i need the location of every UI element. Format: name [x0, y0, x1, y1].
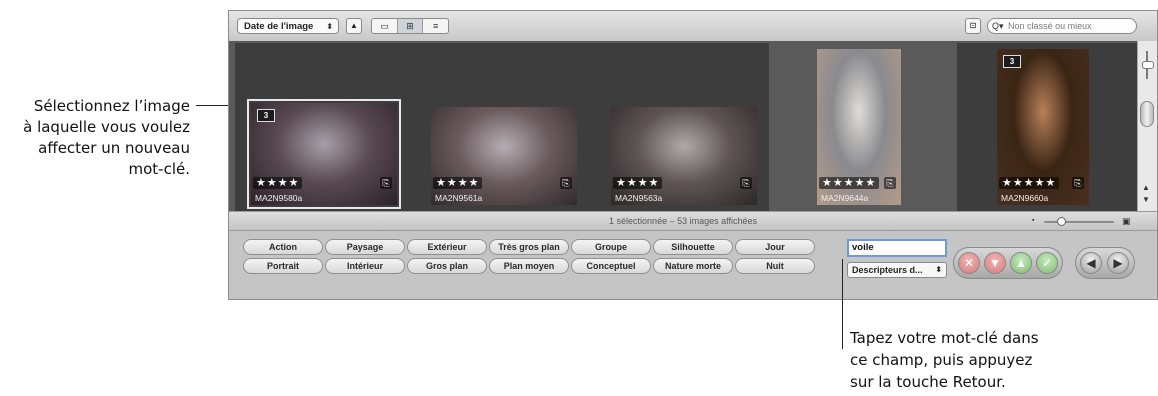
image-thumbnail[interactable]: ★★★★ ⎘ MA2N9563a	[611, 107, 757, 205]
select-rating-button[interactable]: ✓	[1036, 252, 1058, 274]
thumbnail-filename: MA2N9561a	[435, 193, 483, 203]
image-browser: 3 ★★★★ ⎘ MA2N9580a ★★★★ ⎘ MA2N9561a ★★★★ ⎘ MA2N95…	[229, 41, 1137, 211]
reject-button[interactable]: ✕	[958, 252, 980, 274]
version-badge-icon: ⎘	[740, 177, 752, 189]
rating-stars: ★★★★★	[999, 177, 1060, 189]
sort-popup[interactable]: Date de l'image ⬍	[237, 18, 339, 34]
keyword-button[interactable]: Silhouette	[653, 239, 733, 255]
callout-left-line-2: à laquelle vous voulez	[23, 118, 190, 136]
scroll-down-arrow-icon[interactable]: ▼	[1142, 195, 1150, 204]
zoom-slider-track[interactable]	[1044, 221, 1114, 223]
callout-left-line-1: Sélectionnez l’image	[33, 97, 190, 115]
down-arrow-icon: ▼	[989, 256, 1001, 270]
left-arrow-icon: ◀	[1086, 256, 1096, 270]
previous-image-button[interactable]: ◀	[1080, 252, 1102, 274]
filter-hud-button[interactable]: ⊡	[965, 18, 981, 34]
keyword-button[interactable]: Nuit	[735, 258, 815, 274]
filter-icon: ⊡	[969, 21, 977, 30]
stack-count-badge[interactable]: 3	[1003, 55, 1021, 68]
version-badge-icon: ⎘	[560, 177, 572, 189]
version-badge-icon: ⎘	[884, 177, 896, 189]
rating-controls: ✕ ▼ ▲ ✓	[953, 247, 1063, 279]
keyword-button[interactable]: Très gros plan	[489, 239, 569, 255]
callout-type-keyword: Tapez votre mot-clé dans ce champ, puis …	[850, 327, 1080, 393]
zoom-small-icon: ▪	[1032, 217, 1035, 224]
photo-preview	[431, 107, 577, 205]
popup-arrows-icon: ⬍	[326, 22, 333, 31]
keyword-set-label: Descripteurs d...	[852, 265, 923, 275]
scroll-up-arrow-icon[interactable]: ▲	[1142, 183, 1150, 192]
keyword-button[interactable]: Portrait	[243, 258, 323, 274]
list-view-icon[interactable]: ≡	[423, 19, 448, 33]
navigation-controls: ◀ ▶	[1075, 247, 1135, 279]
rating-stars: ★★★★★	[819, 177, 880, 189]
rating-stars: ★★★★	[253, 177, 303, 189]
version-badge-icon: ⎘	[380, 177, 392, 189]
stack-count-badge[interactable]: 3	[257, 109, 275, 122]
up-arrow-icon: ▲	[1015, 256, 1027, 270]
checkmark-icon: ✓	[1041, 256, 1053, 270]
decrease-rating-button[interactable]: ▼	[984, 252, 1006, 274]
image-thumbnail[interactable]: ★★★★ ⎘ MA2N9561a	[431, 107, 577, 205]
photo-preview	[611, 107, 757, 205]
callout-select-image: Sélectionnez l’image à laquelle vous vou…	[0, 96, 190, 180]
scrollbar-knob[interactable]	[1140, 101, 1154, 127]
callout-left-line-4: mot-clé.	[128, 160, 191, 178]
view-mode-segmented-control: ▭ ⊞ ≡	[371, 18, 449, 34]
next-image-button[interactable]: ▶	[1107, 252, 1129, 274]
right-arrow-icon: ▶	[1113, 256, 1123, 270]
callout-left-line-3: affecter un nouveau	[38, 139, 190, 157]
callout-bottom-line-2: ce champ, puis appuyez	[850, 351, 1033, 369]
keyword-button[interactable]: Intérieur	[325, 258, 405, 274]
keyword-button[interactable]: Jour	[735, 239, 815, 255]
keyword-controls-bar: Action Paysage Extérieur Très gros plan Grou…	[229, 231, 1157, 299]
keyword-button[interactable]: Groupe	[571, 239, 651, 255]
thumbnail-filename: MA2N9563a	[615, 193, 663, 203]
keyword-button[interactable]: Paysage	[325, 239, 405, 255]
browser-toolbar: Date de l'image ⬍ ▲ ▭ ⊞ ≡ ⊡ Q▾ Non class…	[229, 11, 1157, 42]
browser-status-bar: 1 sélectionnée – 53 images affichées ▪ ▣	[229, 211, 1157, 231]
callout-bottom-line-1: Tapez votre mot-clé dans	[850, 329, 1039, 347]
version-badge-icon: ⎘	[1072, 177, 1084, 189]
keyword-button[interactable]: Extérieur	[407, 239, 487, 255]
thumbnail-filename: MA2N9644a	[821, 193, 869, 203]
image-thumbnail[interactable]: 3 ★★★★★ ⎘ MA2N9660a	[997, 49, 1089, 205]
sort-popup-label: Date de l'image	[244, 21, 314, 32]
callout-bottom-line-3: sur la touche Retour.	[850, 373, 1006, 391]
grid-view-icon[interactable]: ⊞	[397, 19, 424, 33]
thumbnail-size-slider-thumb[interactable]	[1142, 61, 1154, 69]
rating-stars: ★★★★	[613, 177, 663, 189]
vertical-scrollbar[interactable]: ▲ ▼	[1137, 41, 1157, 211]
zoom-large-icon: ▣	[1122, 216, 1131, 226]
keyword-button[interactable]: Conceptuel	[571, 258, 651, 274]
selection-status-text: 1 sélectionnée – 53 images affichées	[609, 216, 757, 226]
image-thumbnail[interactable]: ★★★★★ ⎘ MA2N9644a	[817, 49, 901, 205]
search-placeholder: Non classé ou mieux	[1008, 21, 1092, 31]
reject-icon: ✕	[963, 256, 975, 270]
callout-bottom-leader-line	[842, 259, 843, 349]
keyword-button[interactable]: Plan moyen	[489, 258, 569, 274]
thumbnail-filename: MA2N9660a	[1001, 193, 1049, 203]
keyword-button[interactable]: Gros plan	[407, 258, 487, 274]
filmstrip-view-icon[interactable]: ▭	[372, 19, 398, 33]
sort-order-button[interactable]: ▲	[346, 18, 362, 34]
keyword-set-popup[interactable]: Descripteurs d... ⬍	[847, 262, 947, 278]
search-field[interactable]: Q▾ Non classé ou mieux	[987, 18, 1137, 34]
keyword-button[interactable]: Action	[243, 239, 323, 255]
keyword-button[interactable]: Nature morte	[653, 258, 733, 274]
sort-ascending-icon: ▲	[350, 21, 358, 30]
keyword-input[interactable]: voile	[847, 239, 947, 257]
increase-rating-button[interactable]: ▲	[1010, 252, 1032, 274]
keyword-input-value: voile	[852, 242, 874, 253]
search-icon: Q▾	[992, 21, 1004, 31]
image-thumbnail[interactable]: 3 ★★★★ ⎘ MA2N9580a	[247, 99, 401, 209]
thumbnail-filename: MA2N9580a	[255, 193, 303, 203]
popup-arrows-icon: ⬍	[935, 265, 942, 274]
rating-stars: ★★★★	[433, 177, 483, 189]
aperture-browser-window: Date de l'image ⬍ ▲ ▭ ⊞ ≡ ⊡ Q▾ Non class…	[228, 10, 1158, 300]
